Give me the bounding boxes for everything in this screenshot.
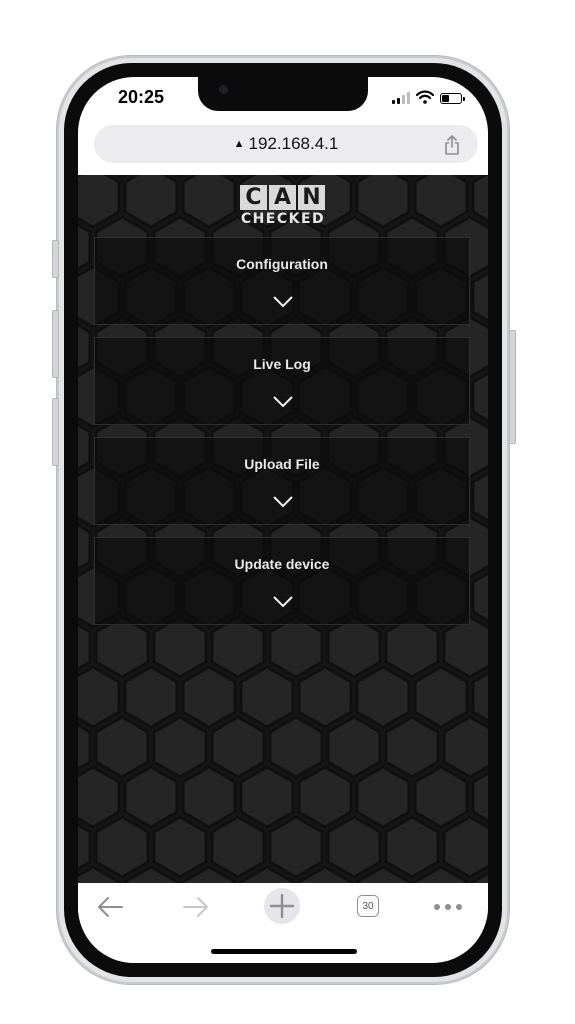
panel-title: Live Log: [253, 356, 311, 372]
cellular-signal-icon: [392, 92, 410, 104]
panel-configuration[interactable]: Configuration: [94, 237, 470, 325]
chevron-down-icon[interactable]: [273, 496, 293, 508]
volume-up-button: [52, 310, 59, 378]
status-time: 20:25: [118, 87, 165, 107]
forward-arrow-icon[interactable]: [182, 895, 210, 919]
panel-title: Configuration: [236, 256, 328, 272]
wifi-icon: [416, 90, 434, 104]
logo-letter: A: [269, 185, 296, 210]
status-icons: [392, 90, 465, 104]
url-text[interactable]: 192.168.4.1: [249, 134, 339, 153]
can-checked-logo: C A N CHECKED: [240, 185, 326, 227]
share-icon[interactable]: [444, 135, 460, 155]
home-indicator[interactable]: [211, 949, 357, 954]
power-button: [509, 330, 516, 444]
warning-triangle-icon: ▲: [233, 138, 245, 150]
back-arrow-icon[interactable]: [96, 895, 124, 919]
volume-down-button: [52, 398, 59, 466]
panel-title: Update device: [234, 556, 330, 572]
ring-switch: [52, 240, 59, 278]
battery-icon: [440, 93, 465, 104]
chevron-down-icon[interactable]: [273, 296, 293, 308]
panel-upload-file[interactable]: Upload File: [94, 437, 470, 525]
chevron-down-icon[interactable]: [273, 396, 293, 408]
panel-title: Upload File: [244, 456, 320, 472]
browser-toolbar: 30: [78, 883, 488, 963]
new-tab-button[interactable]: [264, 888, 300, 924]
panel-update-device[interactable]: Update device: [94, 537, 470, 625]
chevron-down-icon[interactable]: [273, 596, 293, 608]
logo-letter: N: [298, 185, 325, 210]
tab-count: 30: [362, 901, 374, 912]
panel-live-log[interactable]: Live Log: [94, 337, 470, 425]
more-options-icon[interactable]: [433, 903, 463, 911]
camera-icon: [220, 86, 227, 93]
phone-screen: 20:25 ▲ 192.168.4.1 C A N CHECKED Config…: [78, 77, 488, 963]
notch: [198, 77, 368, 111]
logo-letter: C: [240, 185, 267, 210]
plus-icon: [269, 893, 295, 919]
web-content: C A N CHECKED Configuration Live Log Upl…: [78, 175, 488, 883]
url-bar[interactable]: ▲ 192.168.4.1: [94, 125, 478, 163]
logo-subtext: CHECKED: [240, 211, 326, 227]
tabs-button[interactable]: 30: [357, 895, 379, 917]
